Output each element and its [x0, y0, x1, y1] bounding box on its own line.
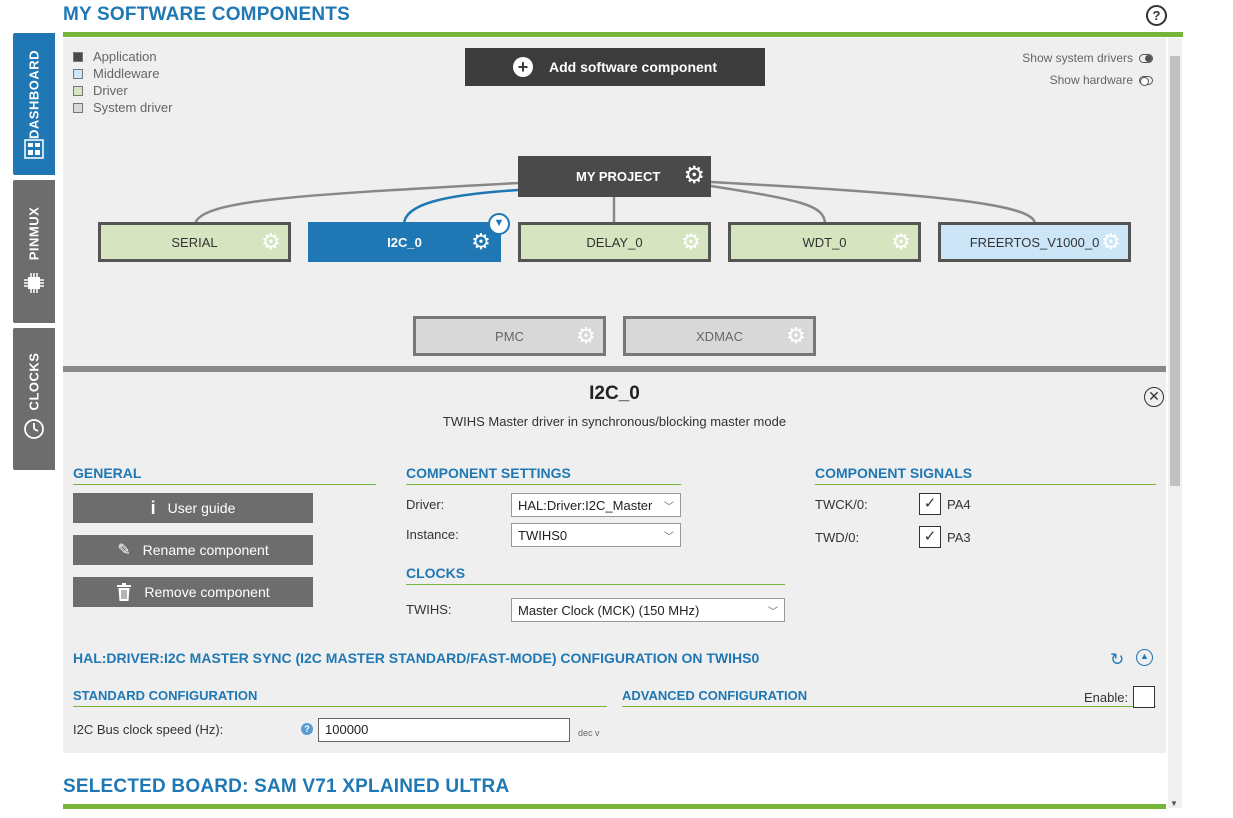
trash-icon [117, 583, 132, 601]
remove-component-button[interactable]: Remove component [73, 577, 313, 607]
instance-select[interactable]: TWIHS0 ﹀ [511, 523, 681, 547]
chevron-down-icon: ﹀ [664, 531, 674, 543]
driver-label: Driver: [406, 497, 445, 512]
component-description: TWIHS Master driver in synchronous/block… [442, 414, 787, 429]
enable-label: Enable: [1084, 690, 1129, 705]
number-format-select[interactable]: dec v [578, 728, 600, 738]
gear-icon[interactable]: ⚙ [890, 231, 912, 253]
close-icon[interactable]: ✕ [1144, 387, 1164, 407]
component-i2c-0[interactable]: I2C_0 ⚙ [308, 222, 501, 262]
tab-clocks[interactable]: CLOCKS [13, 328, 55, 470]
collapse-icon[interactable]: ▲ [1136, 649, 1153, 666]
component-signals-heading: COMPONENT SIGNALS [815, 465, 1156, 485]
selected-board-title: SELECTED BOARD: SAM V71 XPLAINED ULTRA [63, 776, 510, 797]
component-title: I2C_0 [589, 383, 640, 404]
info-icon: i [150, 497, 156, 518]
bus-clock-label: I2C Bus clock speed (Hz): [73, 722, 224, 737]
component-settings-heading: COMPONENT SETTINGS [406, 465, 681, 485]
help-icon[interactable]: ? [301, 723, 313, 735]
gear-icon[interactable]: ⚙ [260, 231, 282, 253]
configuration-heading: HAL:DRIVER:I2C MASTER SYNC (I2C MASTER S… [73, 650, 760, 666]
filter-icon[interactable]: ▼ [488, 213, 510, 235]
gear-icon[interactable]: ⚙ [683, 164, 705, 188]
pencil-icon: ✎ [117, 542, 131, 559]
twihs-clock-select[interactable]: Master Clock (MCK) (150 MHz) ﹀ [511, 598, 785, 622]
chevron-down-icon: ﹀ [664, 501, 674, 513]
signal-checkbox[interactable]: ✓ [919, 526, 941, 548]
bus-clock-input[interactable]: 100000 [318, 718, 570, 742]
my-project-node[interactable]: MY PROJECT ⚙ [518, 156, 711, 197]
component-delay-0[interactable]: DELAY_0 ⚙ [518, 222, 711, 262]
signal-label: TWCK/0: [815, 497, 868, 512]
signal-label: TWD/0: [815, 530, 860, 545]
user-guide-button[interactable]: i User guide [73, 493, 313, 523]
scrollbar[interactable]: ▼ [1168, 38, 1182, 808]
gear-icon[interactable]: ⚙ [680, 231, 702, 253]
tab-clocks-label: CLOCKS [26, 352, 42, 411]
twihs-label: TWIHS: [406, 602, 452, 617]
signal-pin: PA4 [947, 497, 971, 512]
gear-icon[interactable]: ⚙ [575, 325, 597, 347]
component-wdt-0[interactable]: WDT_0 ⚙ [728, 222, 921, 262]
board-divider [63, 804, 1166, 809]
advanced-configuration-heading: ADVANCED CONFIGURATION [622, 688, 1156, 707]
refresh-icon[interactable]: ↻ [1110, 650, 1124, 670]
gear-icon[interactable]: ⚙ [785, 325, 807, 347]
scroll-down-icon[interactable]: ▼ [1170, 799, 1178, 808]
enable-advanced-checkbox[interactable] [1133, 686, 1155, 708]
component-pmc[interactable]: PMC ⚙ [413, 316, 606, 356]
component-xdmac[interactable]: XDMAC ⚙ [623, 316, 816, 356]
gear-icon[interactable]: ⚙ [1100, 231, 1122, 253]
instance-label: Instance: [406, 527, 459, 542]
component-freertos[interactable]: FREERTOS_V1000_0 ⚙ [938, 222, 1131, 262]
gear-icon[interactable]: ⚙ [470, 231, 492, 253]
scrollbar-thumb[interactable] [1170, 56, 1180, 486]
standard-configuration-heading: STANDARD CONFIGURATION [73, 688, 607, 707]
clock-icon [24, 419, 44, 439]
driver-select[interactable]: HAL:Driver:I2C_Master ﹀ [511, 493, 681, 517]
general-heading: GENERAL [73, 465, 376, 485]
chevron-down-icon: ﹀ [768, 606, 778, 618]
rename-component-button[interactable]: ✎ Rename component [73, 535, 313, 565]
clocks-heading: CLOCKS [406, 565, 785, 585]
component-serial[interactable]: SERIAL ⚙ [98, 222, 291, 262]
signal-pin: PA3 [947, 530, 971, 545]
signal-checkbox[interactable]: ✓ [919, 493, 941, 515]
